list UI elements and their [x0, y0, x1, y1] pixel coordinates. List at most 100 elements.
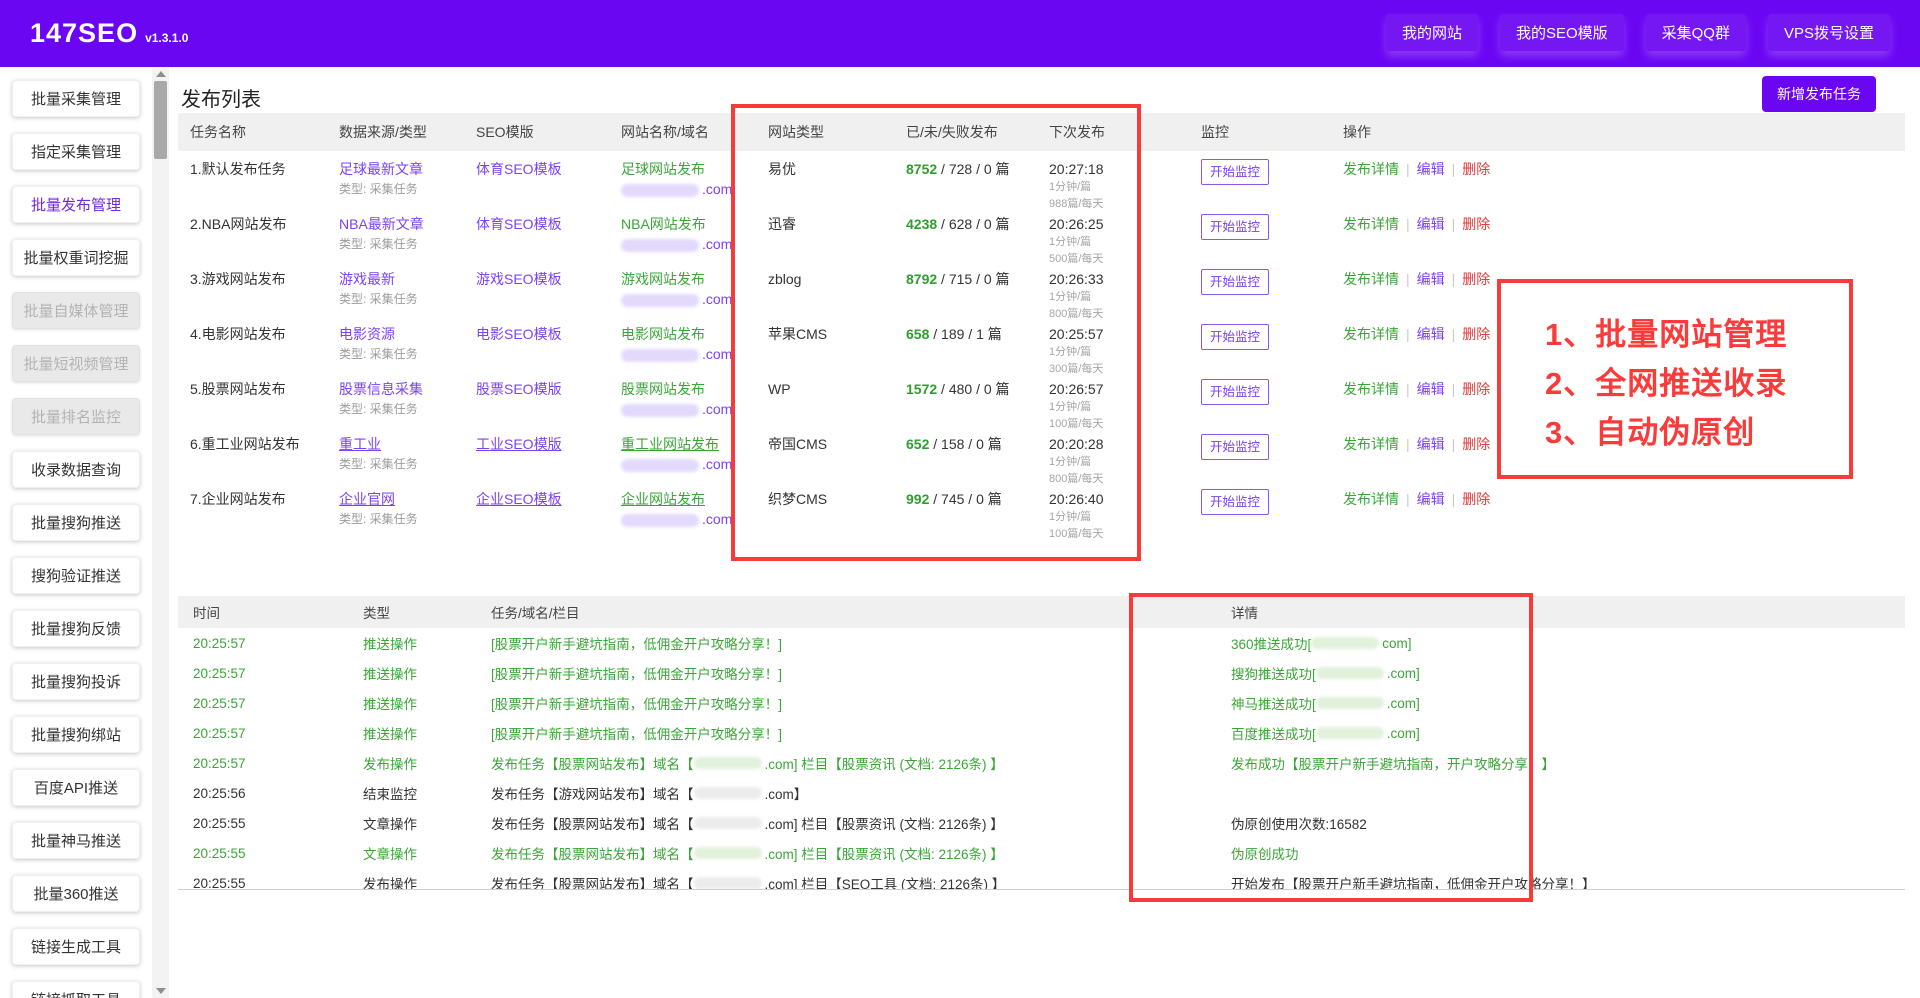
sidebar-item-2[interactable]: 批量发布管理: [12, 186, 140, 223]
scroll-down-icon[interactable]: [152, 984, 169, 998]
sidebar-item-3[interactable]: 批量权重词挖掘: [12, 239, 140, 276]
sidebar-item-8[interactable]: 批量搜狗推送: [12, 504, 140, 541]
cms-type: 织梦CMS: [768, 489, 888, 509]
sidebar-item-9[interactable]: 搜狗验证推送: [12, 557, 140, 594]
edit-link[interactable]: 编辑: [1417, 436, 1445, 452]
delete-link[interactable]: 删除: [1462, 161, 1490, 177]
failed-count: 0: [984, 271, 992, 287]
task-name-cell: 4.电影网站发布: [178, 316, 327, 377]
sidebar-item-11[interactable]: 批量搜狗投诉: [12, 663, 140, 700]
source-link[interactable]: 企业官网: [339, 489, 458, 509]
log-time: 20:25:57: [178, 658, 348, 688]
start-monitor-button[interactable]: 开始监控: [1201, 324, 1269, 350]
source-link[interactable]: 重工业: [339, 434, 458, 454]
site-name-link[interactable]: 电影网站发布: [621, 324, 750, 344]
publish-detail-link[interactable]: 发布详情: [1343, 161, 1399, 177]
edit-link[interactable]: 编辑: [1417, 161, 1445, 177]
source-link[interactable]: NBA最新文章: [339, 214, 458, 234]
delete-link[interactable]: 删除: [1462, 216, 1490, 232]
site-name-link[interactable]: NBA网站发布: [621, 214, 750, 234]
column-header-7: 监控: [1189, 113, 1331, 151]
site-name-link[interactable]: 企业网站发布: [621, 489, 750, 509]
sidebar-item-10[interactable]: 批量搜狗反馈: [12, 610, 140, 647]
log-text: 神马推送成功[: [1231, 693, 1316, 713]
sidebar-item-17[interactable]: 链接抓取工具: [12, 981, 140, 998]
publish-detail-link[interactable]: 发布详情: [1343, 491, 1399, 507]
next-publish-time: 20:26:40: [1049, 489, 1183, 509]
sidebar-item-0[interactable]: 批量采集管理: [12, 80, 140, 117]
scroll-up-icon[interactable]: [152, 67, 169, 81]
sidebar-item-4: 批量自媒体管理: [12, 292, 140, 329]
site-name-link[interactable]: 股票网站发布: [621, 379, 750, 399]
log-time: 20:25:55: [178, 808, 348, 838]
source-link[interactable]: 股票信息采集: [339, 379, 458, 399]
sidebar-item-13[interactable]: 百度API推送: [12, 769, 140, 806]
site-name-link[interactable]: 游戏网站发布: [621, 269, 750, 289]
log-table-header: 时间类型任务/域名/栏目详情: [178, 596, 1905, 628]
source-link[interactable]: 游戏最新: [339, 269, 458, 289]
log-type: 发布操作: [348, 868, 476, 890]
edit-link[interactable]: 编辑: [1417, 491, 1445, 507]
template-link[interactable]: 游戏SEO模板: [476, 269, 603, 289]
sidebar-item-1[interactable]: 指定采集管理: [12, 133, 140, 170]
source-link[interactable]: 电影资源: [339, 324, 458, 344]
nav-item-2[interactable]: 采集QQ群: [1646, 14, 1746, 51]
start-monitor-button[interactable]: 开始监控: [1201, 214, 1269, 240]
log-row: 20:25:57推送操作[股票开户新手避坑指南，低佣金开户攻略分享！]神马推送成…: [178, 688, 1905, 718]
start-monitor-button[interactable]: 开始监控: [1201, 434, 1269, 460]
redacted-domain: [694, 757, 762, 769]
start-monitor-button[interactable]: 开始监控: [1201, 379, 1269, 405]
edit-link[interactable]: 编辑: [1417, 216, 1445, 232]
log-text: 搜狗推送成功[: [1231, 663, 1316, 683]
log-time: 20:25:55: [178, 868, 348, 890]
site-domain: .com: [621, 179, 750, 199]
template-cell: 工业SEO模版: [464, 426, 609, 487]
edit-link[interactable]: 编辑: [1417, 381, 1445, 397]
log-text: 发布成功【股票开户新手避坑指南，开户攻略分享！】: [1231, 753, 1555, 773]
source-cell: 游戏最新类型: 采集任务: [327, 261, 464, 322]
delete-link[interactable]: 删除: [1462, 491, 1490, 507]
delete-link[interactable]: 删除: [1462, 381, 1490, 397]
publish-detail-link[interactable]: 发布详情: [1343, 271, 1399, 287]
nav-item-3[interactable]: VPS拨号设置: [1768, 14, 1890, 51]
template-link[interactable]: 体育SEO模板: [476, 214, 603, 234]
delete-link[interactable]: 删除: [1462, 326, 1490, 342]
start-monitor-button[interactable]: 开始监控: [1201, 489, 1269, 515]
edit-link[interactable]: 编辑: [1417, 271, 1445, 287]
sidebar-item-12[interactable]: 批量搜狗绑站: [12, 716, 140, 753]
template-link[interactable]: 股票SEO模版: [476, 379, 603, 399]
add-publish-task-button[interactable]: 新增发布任务: [1762, 76, 1876, 112]
start-monitor-button[interactable]: 开始监控: [1201, 159, 1269, 185]
start-monitor-button[interactable]: 开始监控: [1201, 269, 1269, 295]
site-name-link[interactable]: 重工业网站发布: [621, 434, 750, 454]
template-link[interactable]: 体育SEO模板: [476, 159, 603, 179]
publish-detail-link[interactable]: 发布详情: [1343, 216, 1399, 232]
sidebar-item-14[interactable]: 批量神马推送: [12, 822, 140, 859]
template-link[interactable]: 企业SEO模板: [476, 489, 603, 509]
delete-link[interactable]: 删除: [1462, 271, 1490, 287]
log-time: 20:25:57: [178, 718, 348, 748]
sidebar-scrollbar-thumb[interactable]: [154, 81, 167, 159]
log-text: 发布任务【游戏网站发布】域名【: [491, 783, 694, 803]
sidebar-scrollbar[interactable]: [152, 67, 169, 998]
sidebar-item-7[interactable]: 收录数据查询: [12, 451, 140, 488]
sidebar-item-16[interactable]: 链接生成工具: [12, 928, 140, 965]
edit-link[interactable]: 编辑: [1417, 326, 1445, 342]
nav-item-1[interactable]: 我的SEO模版: [1500, 14, 1624, 51]
published-count: 658: [906, 326, 929, 342]
log-detail: [1216, 778, 1905, 808]
template-link[interactable]: 工业SEO模版: [476, 434, 603, 454]
delete-link[interactable]: 删除: [1462, 436, 1490, 452]
site-name-link[interactable]: 足球网站发布: [621, 159, 750, 179]
template-link[interactable]: 电影SEO模板: [476, 324, 603, 344]
nav-item-0[interactable]: 我的网站: [1386, 14, 1478, 51]
sidebar-item-15[interactable]: 批量360推送: [12, 875, 140, 912]
cms-type-cell: WP: [756, 371, 894, 432]
source-link[interactable]: 足球最新文章: [339, 159, 458, 179]
publish-detail-link[interactable]: 发布详情: [1343, 436, 1399, 452]
publish-detail-link[interactable]: 发布详情: [1343, 381, 1399, 397]
publish-detail-link[interactable]: 发布详情: [1343, 326, 1399, 342]
counts-cell: 1572 / 480 / 0 篇: [894, 371, 1037, 432]
task-name-cell: 7.企业网站发布: [178, 481, 327, 542]
pending-count: 189: [941, 326, 964, 342]
